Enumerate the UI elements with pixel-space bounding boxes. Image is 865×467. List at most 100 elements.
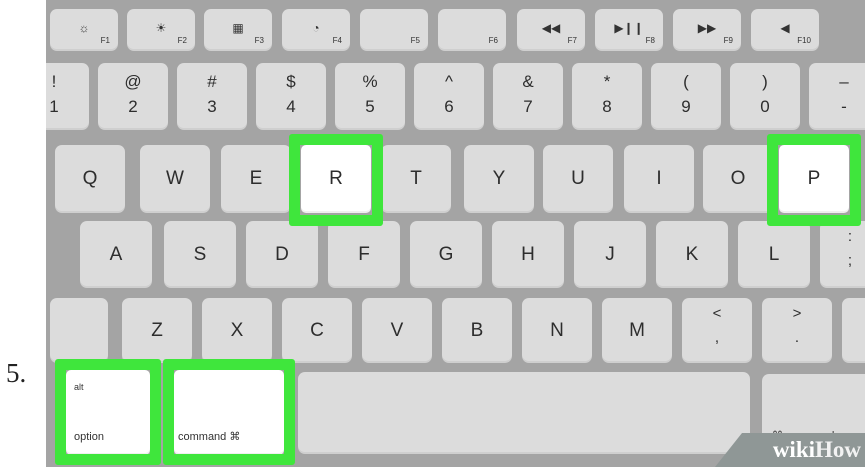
fn-key-label: F9 — [723, 36, 733, 45]
letter-key-label: O — [730, 168, 746, 189]
letter-key-label: F — [358, 243, 370, 265]
letter-key-b[interactable]: B — [442, 298, 512, 363]
number-key-shift-label: ) — [762, 72, 768, 91]
letter-key-label: E — [249, 168, 263, 189]
letter-key-label: N — [550, 319, 564, 341]
letter-key-j[interactable]: J — [574, 221, 646, 288]
fn-key-f10[interactable]: ◀ F10 — [751, 9, 819, 51]
letter-key-y[interactable]: Y — [464, 145, 534, 213]
letter-key-label: D — [275, 243, 289, 265]
left-shift-key[interactable] — [50, 298, 108, 363]
mission-control-icon: ▦ — [232, 21, 244, 36]
letter-key-label: I — [656, 168, 662, 189]
number-key-4[interactable]: $4 — [256, 63, 326, 130]
number-key-0[interactable]: ) 0 — [730, 63, 800, 130]
number-key-label: 5 — [365, 97, 375, 116]
symbol-key-label: . — [794, 329, 800, 346]
space-bar[interactable] — [298, 372, 750, 454]
letter-key-p[interactable]: P — [779, 145, 849, 213]
letter-key-e[interactable]: E — [221, 145, 291, 213]
fn-key-label: F5 — [410, 36, 420, 45]
comma-key[interactable]: <, — [682, 298, 752, 363]
fn-key-f8[interactable]: ▶❙❙ F8 — [595, 9, 663, 51]
period-key[interactable]: >. — [762, 298, 832, 363]
slash-key[interactable] — [842, 298, 865, 363]
letter-key-label: C — [310, 319, 324, 341]
letter-key-label: A — [109, 243, 123, 265]
fn-key-label: F7 — [567, 36, 577, 45]
letter-key-n[interactable]: N — [522, 298, 592, 363]
number-key-shift-label: $ — [286, 72, 296, 91]
letter-key-g[interactable]: G — [410, 221, 482, 288]
number-key-shift-label: ( — [683, 72, 689, 91]
fn-key-f9[interactable]: ▶▶ F9 — [673, 9, 741, 51]
number-key-9[interactable]: (9 — [651, 63, 721, 130]
fn-key-label: F10 — [797, 36, 811, 45]
number-key-label: 9 — [681, 97, 691, 116]
letter-key-c[interactable]: C — [282, 298, 352, 363]
letter-key-m[interactable]: M — [602, 298, 672, 363]
number-key-label: 2 — [128, 97, 138, 116]
number-key-1[interactable]: ! 1 — [46, 63, 89, 130]
letter-key-l[interactable]: L — [738, 221, 810, 288]
fn-key-f6[interactable]: F6 — [438, 9, 506, 51]
letter-key-x[interactable]: X — [202, 298, 272, 363]
option-key[interactable]: alt option — [66, 370, 150, 455]
number-key-label: 0 — [760, 97, 770, 116]
semicolon-key-label: ; — [847, 252, 853, 269]
fn-key-label: F1 — [100, 36, 110, 45]
letter-key-s[interactable]: S — [164, 221, 236, 288]
number-key-label: 3 — [207, 97, 217, 116]
letter-key-v[interactable]: V — [362, 298, 432, 363]
fast-forward-icon: ▶▶ — [697, 21, 717, 36]
fn-key-f5[interactable]: F5 — [360, 9, 428, 51]
letter-key-h[interactable]: H — [492, 221, 564, 288]
letter-key-w[interactable]: W — [140, 145, 210, 213]
fn-key-f7[interactable]: ◀◀ F7 — [517, 9, 585, 51]
fn-key-f1[interactable]: ☼ F1 — [50, 9, 118, 51]
fn-key-label: F4 — [332, 36, 342, 45]
symbol-key-shift-label: > — [792, 305, 802, 322]
semicolon-key[interactable]: :; — [820, 221, 865, 288]
letter-key-q[interactable]: Q — [55, 145, 125, 213]
letter-key-k[interactable]: K — [656, 221, 728, 288]
semicolon-key-shift-label: : — [847, 228, 853, 245]
letter-key-u[interactable]: U — [543, 145, 613, 213]
letter-key-z[interactable]: Z — [122, 298, 192, 363]
letter-key-label: S — [193, 243, 207, 265]
symbol-key-label: , — [714, 329, 720, 346]
fn-key-f2[interactable]: ☀ F2 — [127, 9, 195, 51]
symbol-key-shift-label: < — [712, 305, 722, 322]
letter-key-f[interactable]: F — [328, 221, 400, 288]
fn-key-f3[interactable]: ▦ F3 — [204, 9, 272, 51]
number-key-6[interactable]: ^ 6 — [414, 63, 484, 130]
letter-key-label: L — [768, 243, 780, 265]
letter-key-o[interactable]: O — [703, 145, 773, 213]
number-key-3[interactable]: #3 — [177, 63, 247, 130]
letter-key-a[interactable]: A — [80, 221, 152, 288]
brightness-down-icon: ☼ — [78, 21, 90, 36]
letter-key-i[interactable]: I — [624, 145, 694, 213]
number-key--[interactable]: – - — [809, 63, 865, 130]
number-key-7[interactable]: & 7 — [493, 63, 563, 130]
number-key-label: 7 — [523, 97, 533, 116]
number-key-2[interactable]: @2 — [98, 63, 168, 130]
number-key-8[interactable]: * 8 — [572, 63, 642, 130]
rewind-icon: ◀◀ — [541, 21, 561, 36]
number-key-label: 8 — [602, 97, 612, 116]
letter-key-label: B — [470, 319, 484, 341]
letter-key-label: H — [521, 243, 535, 265]
mute-icon: ◀ — [780, 21, 790, 36]
play-pause-icon: ▶❙❙ — [614, 21, 644, 36]
letter-key-t[interactable]: T — [381, 145, 451, 213]
fn-key-f4[interactable]: ◔ F4 — [282, 9, 350, 51]
command-key[interactable]: command ⌘ — [174, 370, 284, 455]
letter-key-r[interactable]: R — [301, 145, 371, 213]
number-key-shift-label: % — [362, 72, 378, 91]
watermark-how: How — [815, 437, 861, 462]
letter-key-d[interactable]: D — [246, 221, 318, 288]
number-key-shift-label: ^ — [445, 72, 453, 91]
fn-key-label: F2 — [177, 36, 187, 45]
number-key-5[interactable]: % 5 — [335, 63, 405, 130]
option-key-label: option — [74, 431, 104, 443]
